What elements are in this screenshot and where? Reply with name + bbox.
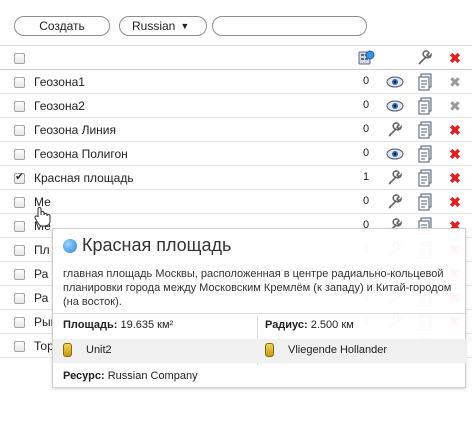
geofence-name[interactable]: Пл <box>34 243 50 257</box>
search-input[interactable] <box>212 16 367 36</box>
geofence-name[interactable]: Красная площадь <box>34 171 134 185</box>
car-icon <box>63 343 72 357</box>
row-checkbox[interactable] <box>14 101 25 112</box>
table-row[interactable]: Геозона Полигон 0 ✖ <box>0 142 472 166</box>
select-all-checkbox[interactable] <box>14 53 25 64</box>
properties-document-icon[interactable] <box>416 145 434 163</box>
tooltip-radius: Радиус: 2.500 км <box>265 319 354 331</box>
delete-icon[interactable]: ✖ <box>446 97 464 115</box>
wrench-icon[interactable] <box>386 169 404 187</box>
delete-icon[interactable]: ✖ <box>446 193 464 211</box>
car-icon <box>265 343 274 357</box>
row-checkbox[interactable] <box>14 170 25 184</box>
wrench-icon[interactable] <box>386 193 404 211</box>
geofence-name[interactable]: Ра <box>34 267 48 281</box>
geofence-name[interactable]: Геозона Полигон <box>34 147 128 161</box>
table-row[interactable]: Геозона Линия 0 ✖ <box>0 118 472 142</box>
unit-count: 0 <box>362 123 370 135</box>
properties-document-icon[interactable] <box>416 121 434 139</box>
table-header: ✖ <box>0 46 472 70</box>
delete-icon[interactable]: ✖ <box>446 169 464 187</box>
tooltip-title-wrap: Красная площадь <box>63 235 231 256</box>
geofence-name[interactable]: Ра <box>34 291 48 305</box>
geofence-circle-icon <box>63 238 77 253</box>
delete-icon[interactable]: ✖ <box>446 73 464 91</box>
row-checkbox[interactable] <box>14 245 25 256</box>
properties-document-icon[interactable] <box>416 97 434 115</box>
geofence-name[interactable]: Геозона Линия <box>34 123 116 137</box>
table-row[interactable]: Геозона2 0 ✖ <box>0 94 472 118</box>
unit-name: Vliegende Hollander <box>288 344 388 356</box>
row-checkbox[interactable] <box>14 125 25 136</box>
row-checkbox[interactable] <box>14 221 25 232</box>
properties-document-icon[interactable] <box>416 169 434 187</box>
unit-count: 0 <box>362 99 370 111</box>
tooltip-title: Красная площадь <box>82 235 232 255</box>
unit-count: 1 <box>362 171 370 183</box>
row-checkbox[interactable] <box>14 341 25 352</box>
table-row[interactable]: Ме0✖ <box>0 190 472 214</box>
row-checkbox[interactable] <box>14 197 25 208</box>
language-select-value: Russian <box>132 19 176 33</box>
toolbar: Создать Russian ▼ <box>0 0 472 46</box>
row-checkbox[interactable] <box>14 269 25 280</box>
radius-label: Радиус: <box>265 319 308 331</box>
table-row[interactable]: Красная площадь 1 ✖ <box>0 166 472 190</box>
radius-value: 2.500 км <box>310 319 354 331</box>
unit-item: Unit2 <box>63 343 112 357</box>
tooltip-description: главная площадь Москвы, расположенная в … <box>63 268 452 308</box>
visibility-eye-icon[interactable] <box>386 97 404 115</box>
properties-document-icon[interactable] <box>416 73 434 91</box>
delete-all-icon[interactable]: ✖ <box>446 49 464 67</box>
area-value: 19.635 км² <box>120 319 174 331</box>
geofence-name[interactable]: Геозона1 <box>34 75 85 89</box>
geofence-name[interactable]: Геозона2 <box>34 99 85 113</box>
dropdown-arrow-icon: ▼ <box>180 21 190 31</box>
unit-item: Vliegende Hollander <box>265 343 387 357</box>
properties-document-icon[interactable] <box>416 193 434 211</box>
row-checkbox[interactable] <box>14 77 25 88</box>
unit-count: 0 <box>362 195 370 207</box>
units-band: Unit2 Vliegende Hollander <box>53 339 467 363</box>
units-in-geofence-icon[interactable] <box>357 49 375 67</box>
hand-cursor-icon <box>34 207 51 227</box>
tooltip-resource: Ресурс: Russian Company <box>63 370 198 382</box>
divider <box>53 313 467 314</box>
area-label: Площадь: <box>63 319 118 331</box>
resource-value: Russian Company <box>107 370 198 382</box>
wrench-icon[interactable] <box>416 49 434 67</box>
tooltip-area: Площадь: 19.635 км² <box>63 319 173 331</box>
wrench-icon[interactable] <box>386 121 404 139</box>
table-row[interactable]: Геозона1 0 ✖ <box>0 70 472 94</box>
visibility-eye-icon[interactable] <box>386 73 404 91</box>
unit-name: Unit2 <box>86 344 112 356</box>
create-button[interactable]: Создать <box>14 16 110 36</box>
row-checkbox[interactable] <box>14 293 25 304</box>
row-checkbox[interactable] <box>14 317 25 328</box>
language-select[interactable]: Russian ▼ <box>119 16 207 36</box>
delete-icon[interactable]: ✖ <box>446 145 464 163</box>
unit-count: 0 <box>362 147 370 159</box>
visibility-eye-icon[interactable] <box>386 145 404 163</box>
row-checkbox[interactable] <box>14 149 25 160</box>
geofence-tooltip: Красная площадь главная площадь Москвы, … <box>52 228 467 388</box>
unit-count: 0 <box>362 75 370 87</box>
resource-label: Ресурс: <box>63 370 105 382</box>
delete-icon[interactable]: ✖ <box>446 121 464 139</box>
